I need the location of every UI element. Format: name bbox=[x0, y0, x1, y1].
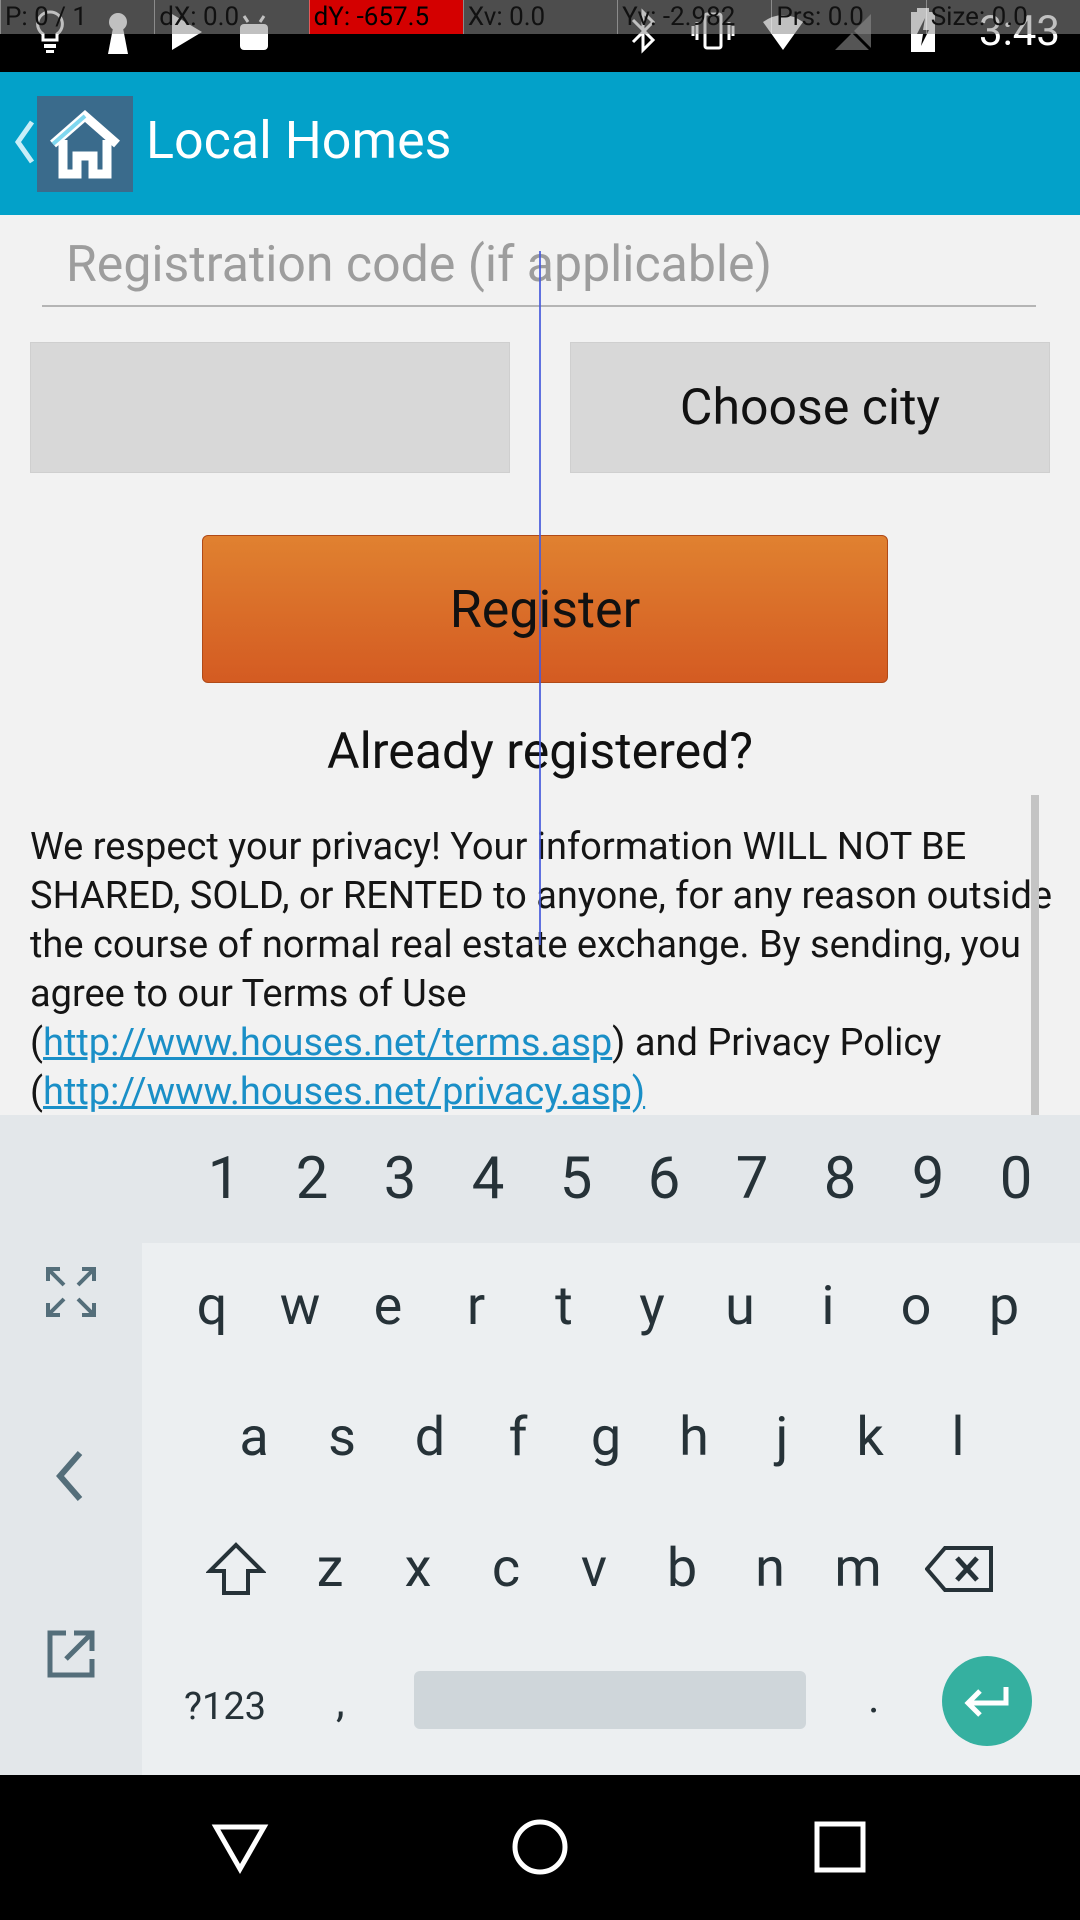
soft-keyboard: 1 2 3 4 5 6 7 8 9 0 q w e r t y u i o p … bbox=[0, 1115, 1080, 1775]
key-0[interactable]: 0 bbox=[972, 1145, 1060, 1213]
key-g[interactable]: g bbox=[562, 1406, 650, 1469]
letter-row-3: z x c v b n m bbox=[186, 1537, 1012, 1601]
navigation-bar bbox=[0, 1775, 1080, 1920]
space-key[interactable] bbox=[414, 1671, 806, 1729]
privacy-link[interactable]: http://www.houses.net/privacy.asp) bbox=[43, 1070, 645, 1114]
status-bar: 3:43 P: 0 / 1 dX: 0.0 dY: -657.5 Xv: 0.0… bbox=[0, 0, 1080, 72]
key-b[interactable]: b bbox=[638, 1537, 726, 1601]
key-1[interactable]: 1 bbox=[180, 1145, 268, 1213]
register-button[interactable]: Register bbox=[202, 535, 888, 683]
number-row: 1 2 3 4 5 6 7 8 9 0 bbox=[142, 1115, 1080, 1243]
key-comma[interactable]: , bbox=[336, 1675, 345, 1727]
shift-icon bbox=[206, 1542, 266, 1595]
pointer-xv: Xv: 0.0 bbox=[462, 0, 617, 34]
shift-key[interactable] bbox=[186, 1537, 286, 1601]
recents-icon[interactable] bbox=[810, 1817, 870, 1877]
terms-link[interactable]: http://www.houses.net/terms.asp bbox=[43, 1021, 612, 1065]
enter-arrow-icon bbox=[964, 1687, 1009, 1717]
key-5[interactable]: 5 bbox=[532, 1145, 620, 1213]
key-q[interactable]: q bbox=[168, 1275, 256, 1338]
key-7[interactable]: 7 bbox=[708, 1145, 796, 1213]
pointer-dx: dX: 0.0 bbox=[154, 0, 308, 34]
app-title: Local Homes bbox=[146, 110, 452, 171]
key-a[interactable]: a bbox=[210, 1406, 298, 1469]
key-m[interactable]: m bbox=[814, 1537, 902, 1601]
key-8[interactable]: 8 bbox=[796, 1145, 884, 1213]
state-spinner[interactable] bbox=[30, 342, 510, 473]
key-2[interactable]: 2 bbox=[268, 1145, 356, 1213]
key-k[interactable]: k bbox=[826, 1406, 914, 1469]
pointer-yv: Yv: -2.982 bbox=[617, 0, 771, 34]
chevron-left-icon[interactable] bbox=[10, 116, 38, 168]
key-o[interactable]: o bbox=[872, 1275, 960, 1338]
symbols-key[interactable]: ?123 bbox=[184, 1685, 266, 1729]
home-icon[interactable] bbox=[510, 1817, 570, 1877]
touch-trace-line bbox=[539, 251, 541, 945]
key-y[interactable]: y bbox=[608, 1275, 696, 1338]
letter-row-1: q w e r t y u i o p bbox=[168, 1275, 1048, 1338]
key-u[interactable]: u bbox=[696, 1275, 784, 1338]
key-d[interactable]: d bbox=[386, 1406, 474, 1469]
key-x[interactable]: x bbox=[374, 1537, 462, 1601]
key-period[interactable]: . bbox=[868, 1671, 880, 1723]
expand-keyboard-key[interactable] bbox=[0, 1265, 142, 1319]
key-j[interactable]: j bbox=[738, 1406, 826, 1469]
app-bar: Local Homes bbox=[0, 72, 1080, 215]
fullscreen-icon bbox=[46, 1267, 96, 1317]
key-p[interactable]: p bbox=[960, 1275, 1048, 1338]
key-z[interactable]: z bbox=[286, 1537, 374, 1601]
backspace-icon bbox=[925, 1546, 993, 1592]
key-r[interactable]: r bbox=[432, 1275, 520, 1338]
key-6[interactable]: 6 bbox=[620, 1145, 708, 1213]
key-h[interactable]: h bbox=[650, 1406, 738, 1469]
privacy-notice: We respect your privacy! Your informatio… bbox=[30, 823, 1060, 1117]
chevron-left-icon bbox=[56, 1451, 83, 1501]
key-f[interactable]: f bbox=[474, 1406, 562, 1469]
open-in-new-icon bbox=[47, 1630, 95, 1678]
key-9[interactable]: 9 bbox=[884, 1145, 972, 1213]
enter-key[interactable] bbox=[942, 1656, 1032, 1746]
key-s[interactable]: s bbox=[298, 1406, 386, 1469]
house-icon[interactable] bbox=[37, 96, 133, 192]
pointer-size: Size: 0.0 bbox=[925, 0, 1080, 34]
back-icon[interactable] bbox=[210, 1817, 270, 1877]
pointer-pressure: Prs: 0.0 bbox=[771, 0, 925, 34]
key-3[interactable]: 3 bbox=[356, 1145, 444, 1213]
registration-form: Choose city Register Already registered?… bbox=[0, 215, 1080, 1323]
keyboard-left-key[interactable] bbox=[0, 1449, 142, 1503]
key-c[interactable]: c bbox=[462, 1537, 550, 1601]
pointer-count: P: 0 / 1 bbox=[0, 0, 154, 34]
pointer-location-overlay: P: 0 / 1 dX: 0.0 dY: -657.5 Xv: 0.0 Yv: … bbox=[0, 0, 1080, 34]
keyboard-side-panel bbox=[0, 1115, 142, 1775]
key-w[interactable]: w bbox=[256, 1275, 344, 1338]
letter-row-2: a s d f g h j k l bbox=[210, 1406, 1002, 1469]
city-spinner[interactable]: Choose city bbox=[570, 342, 1050, 473]
key-i[interactable]: i bbox=[784, 1275, 872, 1338]
key-v[interactable]: v bbox=[550, 1537, 638, 1601]
backspace-key[interactable] bbox=[908, 1537, 1012, 1601]
key-n[interactable]: n bbox=[726, 1537, 814, 1601]
key-t[interactable]: t bbox=[520, 1275, 608, 1338]
pointer-dy: dY: -657.5 bbox=[308, 0, 463, 34]
key-l[interactable]: l bbox=[914, 1406, 1002, 1469]
key-e[interactable]: e bbox=[344, 1275, 432, 1338]
float-keyboard-key[interactable] bbox=[0, 1627, 142, 1681]
key-4[interactable]: 4 bbox=[444, 1145, 532, 1213]
